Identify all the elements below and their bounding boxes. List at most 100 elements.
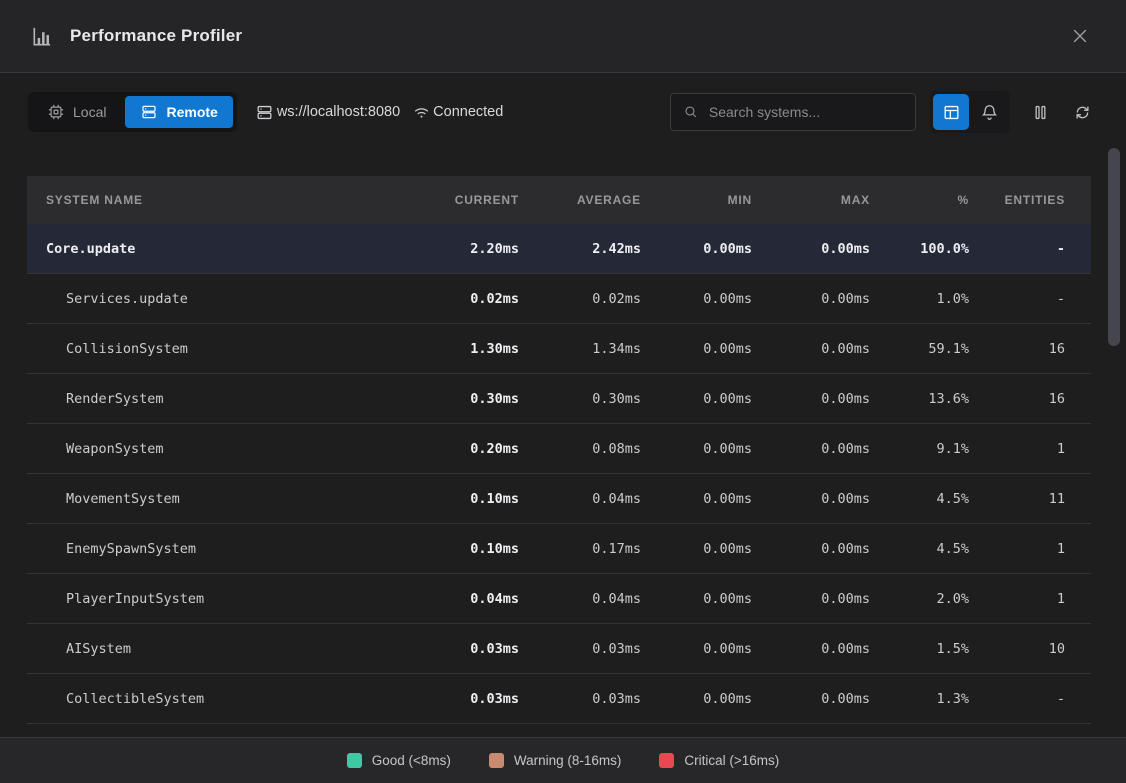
table-row[interactable]: MovementSystem 0.10ms 0.04ms 0.00ms 0.00… (27, 474, 1091, 524)
percent-cell: 1.3% (870, 691, 969, 707)
min-ms-cell: 0.00ms (641, 591, 752, 607)
table-view-button[interactable] (933, 94, 969, 130)
percent-cell: 13.6% (870, 391, 969, 407)
current-ms-cell: 0.20ms (399, 441, 519, 457)
percent-cell: 4.5% (870, 541, 969, 557)
average-ms-cell: 0.17ms (519, 541, 641, 557)
table-row[interactable]: CollectibleSystem 0.03ms 0.03ms 0.00ms 0… (27, 674, 1091, 724)
table-body: Core.update 2.20ms 2.42ms 0.00ms 0.00ms … (27, 224, 1091, 724)
good-status-swatch (347, 753, 362, 768)
view-button-group (930, 91, 1010, 133)
server-icon (255, 103, 274, 122)
min-ms-cell: 0.00ms (641, 441, 752, 457)
max-ms-cell: 0.00ms (752, 241, 870, 257)
cpu-icon (47, 103, 65, 121)
critical-status-swatch (659, 753, 674, 768)
entities-cell: - (969, 241, 1065, 257)
close-button[interactable] (1064, 20, 1096, 52)
min-ms-cell: 0.00ms (641, 491, 752, 507)
entities-cell: 1 (969, 541, 1065, 557)
local-mode-button[interactable]: Local (32, 96, 121, 128)
average-ms-cell: 0.03ms (519, 691, 641, 707)
table-row[interactable]: Core.update 2.20ms 2.42ms 0.00ms 0.00ms … (27, 224, 1091, 274)
max-ms-cell: 0.00ms (752, 391, 870, 407)
table-row[interactable]: EnemySpawnSystem 0.10ms 0.17ms 0.00ms 0.… (27, 524, 1091, 574)
max-ms-cell: 0.00ms (752, 641, 870, 657)
toolbar: Local Remote ws://localhost:8080 (0, 91, 1126, 133)
column-header-min: MIN (641, 193, 752, 207)
current-ms-cell: 0.04ms (399, 591, 519, 607)
system-name-cell: RenderSystem (27, 391, 399, 407)
system-name-cell: AISystem (27, 641, 399, 657)
local-mode-label: Local (73, 104, 106, 120)
server-icon (140, 103, 158, 121)
table-row[interactable]: PlayerInputSystem 0.04ms 0.04ms 0.00ms 0… (27, 574, 1091, 624)
legend-label: Warning (8-16ms) (514, 753, 622, 768)
current-ms-cell: 2.20ms (399, 241, 519, 257)
entities-cell: - (969, 291, 1065, 307)
system-name-cell: Services.update (27, 291, 399, 307)
alerts-button[interactable] (971, 94, 1007, 130)
percent-cell: 100.0% (870, 241, 969, 257)
average-ms-cell: 0.04ms (519, 491, 641, 507)
search-box (670, 93, 916, 131)
entities-cell: 10 (969, 641, 1065, 657)
bar-chart-icon (30, 25, 53, 48)
average-ms-cell: 1.34ms (519, 341, 641, 357)
percent-cell: 59.1% (870, 341, 969, 357)
max-ms-cell: 0.00ms (752, 341, 870, 357)
current-ms-cell: 0.03ms (399, 691, 519, 707)
connection-status: Connected (433, 104, 503, 120)
refresh-button[interactable] (1066, 94, 1098, 130)
bell-icon (980, 103, 999, 122)
system-name-cell: MovementSystem (27, 491, 399, 507)
min-ms-cell: 0.00ms (641, 291, 752, 307)
remote-mode-button[interactable]: Remote (125, 96, 232, 128)
legend-label: Good (<8ms) (372, 753, 451, 768)
pause-button[interactable] (1024, 94, 1056, 130)
remote-mode-label: Remote (166, 104, 217, 120)
table-row[interactable]: Services.update 0.02ms 0.02ms 0.00ms 0.0… (27, 274, 1091, 324)
column-header-entities: ENTITIES (969, 193, 1065, 207)
table-row[interactable]: WeaponSystem 0.20ms 0.08ms 0.00ms 0.00ms… (27, 424, 1091, 474)
max-ms-cell: 0.00ms (752, 291, 870, 307)
average-ms-cell: 2.42ms (519, 241, 641, 257)
table-row[interactable]: AISystem 0.03ms 0.03ms 0.00ms 0.00ms 1.5… (27, 624, 1091, 674)
warning-status-swatch (489, 753, 504, 768)
percent-cell: 1.5% (870, 641, 969, 657)
max-ms-cell: 0.00ms (752, 591, 870, 607)
refresh-icon (1073, 103, 1092, 122)
min-ms-cell: 0.00ms (641, 641, 752, 657)
entities-cell: - (969, 691, 1065, 707)
search-input[interactable] (709, 104, 903, 120)
vertical-scrollbar-thumb[interactable] (1108, 148, 1120, 346)
column-header-average: AVERAGE (519, 193, 641, 207)
average-ms-cell: 0.30ms (519, 391, 641, 407)
entities-cell: 1 (969, 441, 1065, 457)
table-row[interactable]: CollisionSystem 1.30ms 1.34ms 0.00ms 0.0… (27, 324, 1091, 374)
legend-item: Good (<8ms) (347, 753, 451, 768)
max-ms-cell: 0.00ms (752, 491, 870, 507)
system-name-cell: CollisionSystem (27, 341, 399, 357)
percent-cell: 4.5% (870, 491, 969, 507)
max-ms-cell: 0.00ms (752, 441, 870, 457)
current-ms-cell: 1.30ms (399, 341, 519, 357)
entities-cell: 11 (969, 491, 1065, 507)
min-ms-cell: 0.00ms (641, 691, 752, 707)
current-ms-cell: 0.30ms (399, 391, 519, 407)
connection-url: ws://localhost:8080 (277, 104, 400, 120)
max-ms-cell: 0.00ms (752, 541, 870, 557)
system-name-cell: EnemySpawnSystem (27, 541, 399, 557)
min-ms-cell: 0.00ms (641, 391, 752, 407)
connection-info: ws://localhost:8080 Connected (255, 103, 503, 122)
percent-cell: 1.0% (870, 291, 969, 307)
min-ms-cell: 0.00ms (641, 341, 752, 357)
system-name-cell: Core.update (27, 241, 399, 257)
average-ms-cell: 0.04ms (519, 591, 641, 607)
table-row[interactable]: RenderSystem 0.30ms 0.30ms 0.00ms 0.00ms… (27, 374, 1091, 424)
legend-bar: Good (<8ms) Warning (8-16ms) Critical (>… (0, 737, 1126, 783)
system-name-cell: PlayerInputSystem (27, 591, 399, 607)
current-ms-cell: 0.10ms (399, 541, 519, 557)
percent-cell: 2.0% (870, 591, 969, 607)
search-icon (683, 103, 699, 121)
